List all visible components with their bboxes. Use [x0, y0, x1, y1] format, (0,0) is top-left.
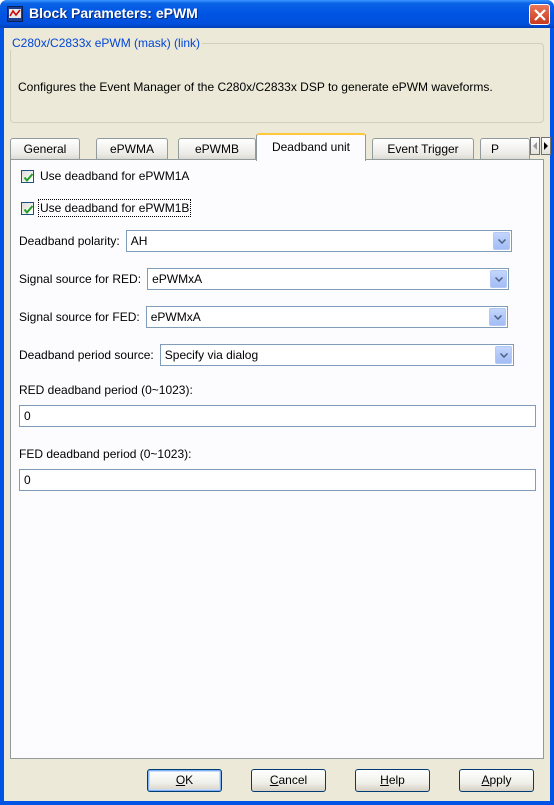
dialog-window: Block Parameters: ePWM C280x/C2833x ePWM… — [0, 0, 554, 805]
dialog-body: C280x/C2833x ePWM (mask) (link) Configur… — [4, 28, 551, 801]
fed-source-dropdown[interactable]: ePWMxA — [145, 306, 508, 328]
red-period-value: 0 — [24, 409, 31, 423]
apply-button-label: pply — [489, 773, 512, 787]
help-button-mnemonic: H — [380, 773, 389, 787]
tab-scroll-control — [530, 137, 551, 155]
use-deadband-1b-row[interactable]: Use deadband for ePWM1B — [21, 199, 192, 217]
tab-strip: General ePWMA ePWMB Deadband unit Event … — [10, 132, 551, 161]
tab-scroll-left-button[interactable] — [530, 137, 540, 155]
fed-source-dropdown-button[interactable] — [488, 308, 506, 326]
dialog-button-bar: OK Cancel Help Apply — [4, 766, 550, 796]
tab-scroll-right-button[interactable] — [541, 137, 551, 155]
polarity-dropdown-button[interactable] — [492, 232, 510, 250]
deadband-tab-panel: Use deadband for ePWM1A Use deadband for… — [10, 159, 544, 759]
red-period-input[interactable]: 0 — [19, 405, 536, 427]
fed-source-row: Signal source for FED: ePWMxA — [19, 306, 508, 328]
polarity-dropdown[interactable]: AH — [125, 230, 512, 252]
title-bar[interactable]: Block Parameters: ePWM — [0, 0, 554, 28]
fed-period-label: FED deadband period (0~1023): — [19, 447, 192, 461]
use-deadband-1a-checkbox[interactable] — [21, 169, 34, 183]
apply-button[interactable]: Apply — [459, 769, 534, 792]
polarity-row: Deadband polarity: AH — [19, 230, 512, 252]
period-source-label: Deadband period source: — [19, 348, 154, 362]
use-deadband-1b-label: Use deadband for ePWM1B — [37, 199, 192, 217]
cancel-button-label: ancel — [278, 773, 308, 787]
red-source-dropdown-button[interactable] — [490, 270, 508, 288]
tab-deadband-unit[interactable]: Deadband unit — [256, 133, 366, 161]
apply-button-mnemonic: A — [481, 773, 490, 787]
check-icon — [23, 204, 34, 214]
use-deadband-1a-row[interactable]: Use deadband for ePWM1A — [21, 167, 189, 185]
period-source-value: Specify via dialog — [164, 348, 259, 362]
help-button[interactable]: Help — [355, 769, 430, 792]
chevron-down-icon — [497, 239, 506, 244]
chevron-down-icon — [499, 353, 508, 358]
cancel-button[interactable]: Cancel — [251, 769, 326, 792]
chevron-down-icon — [493, 315, 502, 320]
window-title: Block Parameters: ePWM — [29, 5, 198, 21]
use-deadband-1a-label: Use deadband for ePWM1A — [40, 169, 190, 183]
chevron-down-icon — [495, 277, 504, 282]
fed-period-input[interactable]: 0 — [19, 469, 536, 491]
red-source-value: ePWMxA — [152, 272, 203, 286]
red-source-label: Signal source for RED: — [19, 272, 142, 286]
fed-source-label: Signal source for FED: — [19, 310, 140, 324]
ok-button[interactable]: OK — [147, 769, 222, 792]
polarity-value: AH — [130, 234, 148, 248]
red-period-label: RED deadband period (0~1023): — [19, 383, 193, 397]
polarity-label: Deadband polarity: — [19, 234, 120, 248]
tab-general[interactable]: General — [10, 138, 80, 160]
ok-button-label: K — [185, 773, 194, 787]
period-source-dropdown-button[interactable] — [494, 346, 512, 364]
period-source-row: Deadband period source: Specify via dial… — [19, 344, 514, 366]
description-text: Configures the Event Manager of the C280… — [18, 80, 493, 94]
tab-epwma[interactable]: ePWMA — [96, 138, 168, 160]
tab-epwmb[interactable]: ePWMB — [178, 138, 256, 160]
red-source-dropdown[interactable]: ePWMxA — [147, 268, 510, 290]
red-source-row: Signal source for RED: ePWMxA — [19, 268, 510, 290]
period-source-dropdown[interactable]: Specify via dialog — [159, 344, 514, 366]
fed-source-value: ePWMxA — [150, 310, 201, 324]
ok-button-mnemonic: O — [175, 773, 186, 787]
close-icon — [534, 9, 546, 21]
description-group-title: C280x/C2833x ePWM (mask) (link) — [10, 36, 203, 50]
check-icon — [23, 172, 34, 182]
tab-partial[interactable]: P — [480, 138, 530, 160]
close-button[interactable] — [529, 4, 550, 25]
arrow-right-icon — [544, 142, 548, 150]
fed-period-value: 0 — [24, 473, 31, 487]
use-deadband-1b-checkbox[interactable] — [21, 201, 34, 215]
tab-event-trigger[interactable]: Event Trigger — [372, 138, 474, 160]
arrow-left-icon — [533, 142, 537, 150]
simulink-block-icon — [7, 6, 23, 22]
help-button-label: elp — [388, 773, 405, 787]
